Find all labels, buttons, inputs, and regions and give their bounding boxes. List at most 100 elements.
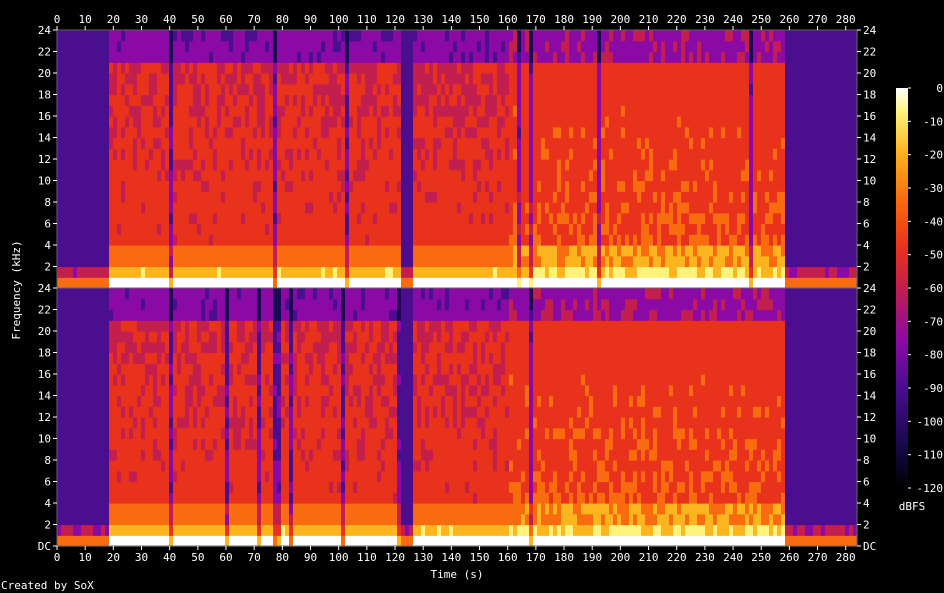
heatmap-cell [169, 245, 174, 257]
heatmap-cell [509, 266, 514, 278]
heatmap-cell [153, 105, 158, 117]
heatmap-cell [325, 126, 330, 139]
heatmap-cell [501, 223, 506, 235]
heatmap-cell [261, 116, 266, 128]
heatmap-cell [341, 223, 346, 235]
heatmap-cell [797, 234, 802, 246]
heatmap-cell [793, 277, 798, 289]
heatmap-cell [81, 266, 86, 278]
heatmap-cell [441, 51, 446, 63]
heatmap-cell [577, 40, 582, 53]
heatmap-cell [169, 212, 174, 225]
heatmap-cell [729, 116, 734, 128]
heatmap-cell [365, 191, 370, 203]
heatmap-cell [85, 266, 90, 278]
heatmap-cell [425, 191, 430, 203]
heatmap-cell [673, 30, 678, 42]
heatmap-cell [557, 202, 562, 214]
heatmap-cell [389, 255, 394, 268]
heatmap-cell [597, 62, 602, 74]
heatmap-cell [617, 180, 622, 192]
heatmap-cell [293, 73, 298, 85]
heatmap-cell [737, 116, 742, 128]
heatmap-cell [61, 180, 66, 192]
heatmap-cell [321, 159, 326, 171]
heatmap-cell [321, 223, 326, 235]
heatmap-cell [349, 159, 354, 171]
heatmap-cell [201, 234, 206, 246]
heatmap-cell [329, 212, 334, 225]
heatmap-cell [493, 137, 498, 149]
heatmap-cell [313, 40, 318, 53]
heatmap-cell [101, 62, 106, 74]
heatmap-cell [69, 94, 74, 106]
heatmap-cell [309, 40, 314, 53]
heatmap-cell [349, 245, 354, 257]
heatmap-cell [749, 180, 754, 192]
heatmap-cell [377, 51, 382, 63]
heatmap-cell [261, 277, 266, 289]
heatmap-cell [769, 245, 774, 257]
heatmap-cell [205, 116, 210, 128]
heatmap-cell [357, 234, 362, 246]
heatmap-cell [61, 234, 66, 246]
heatmap-cell [225, 223, 230, 235]
heatmap-cell [81, 503, 86, 515]
heatmap-cell [105, 73, 110, 85]
heatmap-cell [185, 277, 190, 289]
heatmap-cell [673, 94, 678, 106]
heatmap-cell [629, 83, 634, 96]
heatmap-cell [753, 234, 758, 246]
heatmap-cell [101, 234, 106, 246]
heatmap-cell [473, 40, 478, 53]
heatmap-cell [693, 73, 698, 85]
heatmap-cell [77, 395, 82, 407]
heatmap-cell [69, 148, 74, 160]
heatmap-cell [261, 169, 266, 182]
heatmap-cell [321, 202, 326, 214]
heatmap-cell [813, 94, 818, 106]
heatmap-cell [209, 51, 214, 63]
heatmap-cell [801, 105, 806, 117]
heatmap-cell [229, 245, 234, 257]
heatmap-cell [157, 51, 162, 63]
heatmap-cell [57, 73, 62, 85]
heatmap-cell [437, 212, 442, 225]
heatmap-cell [805, 116, 810, 128]
heatmap-cell [653, 159, 658, 171]
heatmap-cell [81, 374, 86, 386]
heatmap-cell [525, 62, 530, 74]
heatmap-cell [329, 245, 334, 257]
heatmap-cell [213, 116, 218, 128]
heatmap-cell [593, 116, 598, 128]
heatmap-cell [413, 191, 418, 203]
heatmap-cell [253, 148, 258, 160]
heatmap-cell [641, 191, 646, 203]
heatmap-cell [641, 148, 646, 160]
heatmap-cell [745, 169, 750, 182]
heatmap-cell [449, 94, 454, 106]
heatmap-cell [477, 73, 482, 85]
heatmap-cell [117, 62, 122, 74]
heatmap-cell [193, 116, 198, 128]
heatmap-cell [189, 73, 194, 85]
heatmap-cell [81, 384, 86, 397]
heatmap-cell [653, 137, 658, 149]
heatmap-cell [293, 223, 298, 235]
heatmap-cell [425, 137, 430, 149]
heatmap-cell [225, 30, 230, 42]
heatmap-cell [705, 234, 710, 246]
heatmap-cell [593, 169, 598, 182]
heatmap-cell [785, 105, 790, 117]
heatmap-cell [529, 169, 534, 182]
heatmap-cell [73, 180, 78, 192]
heatmap-cell [501, 105, 506, 117]
heatmap-cell [605, 191, 610, 203]
spectrogram-chart: 0010102020303040405050606070708080909010… [1, 13, 943, 592]
heatmap-cell [269, 255, 274, 268]
heatmap-cell [153, 234, 158, 246]
heatmap-cell [681, 40, 686, 53]
heatmap-cell [493, 266, 498, 278]
heatmap-cell [585, 148, 590, 160]
heatmap-cell [321, 169, 326, 182]
